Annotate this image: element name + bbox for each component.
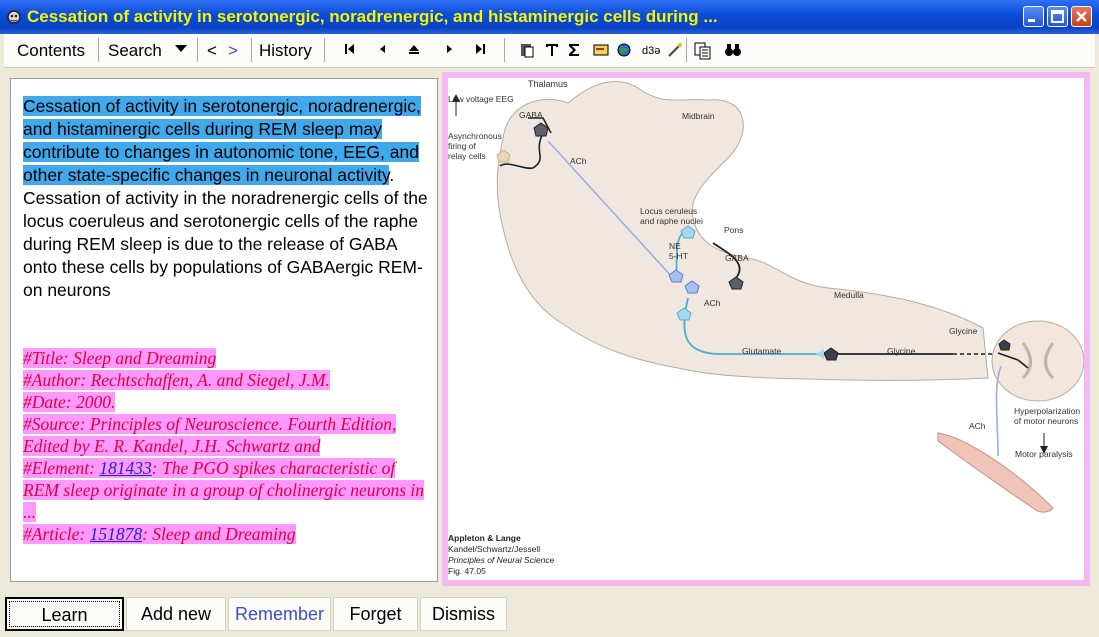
- previous-icon[interactable]: [376, 42, 388, 56]
- next-icon[interactable]: [444, 42, 456, 56]
- label-glycine-2: Glycine: [949, 326, 978, 336]
- label-5ht: 5-HT: [669, 251, 688, 261]
- label-ach-bottom: ACh: [969, 421, 986, 431]
- question-pane[interactable]: Cessation of activity in serotonergic, n…: [10, 78, 438, 582]
- label-gaba-mid: GABA: [725, 253, 749, 263]
- toolbar-separator: [686, 38, 687, 62]
- last-page-icon[interactable]: [474, 42, 486, 56]
- question-rest: . Cessation of activity in the noradrene…: [23, 165, 428, 300]
- label-midbrain: Midbrain: [682, 111, 715, 121]
- ref-element-prefix: #Element:: [23, 458, 100, 478]
- svg-text:d3ə: d3ə: [642, 45, 660, 57]
- question-highlight: Cessation of activity in serotonergic, n…: [23, 96, 421, 185]
- binoculars-icon[interactable]: [724, 42, 742, 58]
- dismiss-button[interactable]: Dismiss: [420, 597, 507, 631]
- title-bar[interactable]: Cessation of activity in serotonergic, n…: [0, 0, 1099, 34]
- label-thalamus: Thalamus: [528, 79, 568, 89]
- ref-source: #Source: Principles of Neuroscience. Fou…: [23, 414, 397, 456]
- label-locus-2: and raphe nuclei: [640, 216, 703, 226]
- magic-wand-icon[interactable]: [667, 42, 683, 58]
- search-menu[interactable]: Search: [108, 41, 162, 61]
- parent-icon[interactable]: [407, 42, 421, 56]
- toolbar-separator: [98, 38, 99, 62]
- question-text: Cessation of activity in serotonergic, n…: [23, 95, 435, 302]
- label-hyper-2: of motor neurons: [1014, 416, 1078, 426]
- contents-menu[interactable]: Contents: [17, 41, 85, 61]
- brainstem-diagram: Thalamus Low voltage EEG GABA Asynchrono…: [448, 79, 1085, 576]
- close-button[interactable]: [1071, 6, 1092, 27]
- minimize-button[interactable]: [1023, 6, 1044, 27]
- content-area: Cessation of activity in serotonergic, n…: [4, 68, 1095, 592]
- copy-pages-icon[interactable]: [694, 42, 712, 60]
- picture-icon[interactable]: [593, 42, 609, 58]
- ref-author: #Author: Rechtschaffen, A. and Siegel, J…: [23, 370, 330, 390]
- label-hyper-1: Hyperpolarization: [1014, 406, 1080, 416]
- toolbar-separator: [504, 38, 505, 62]
- label-gaba-top: GABA: [519, 110, 543, 120]
- bottom-bar: Learn Add new Remember Forget Dismiss: [4, 594, 1095, 633]
- label-glutamate: Glutamate: [742, 346, 781, 356]
- label-ach-top: ACh: [570, 156, 587, 166]
- minimize-icon: [1028, 19, 1035, 22]
- label-async-2: firing of: [448, 141, 477, 151]
- globe-icon[interactable]: [616, 42, 632, 58]
- label-glycine: Glycine: [887, 346, 916, 356]
- back-button[interactable]: <: [207, 41, 217, 61]
- text-icon[interactable]: [545, 42, 559, 58]
- window-title: Cessation of activity in serotonergic, n…: [27, 7, 718, 26]
- app-icon: [7, 10, 21, 24]
- forward-button[interactable]: >: [228, 41, 238, 61]
- credit-authors: Kandel/Schwartz/Jessell: [448, 544, 540, 554]
- learn-button[interactable]: Learn: [5, 597, 124, 631]
- article-link[interactable]: 151878: [90, 524, 143, 544]
- maximize-button[interactable]: [1047, 6, 1068, 27]
- label-medulla: Medulla: [834, 290, 864, 300]
- muscle: [937, 432, 1054, 513]
- label-ach-mid: ACh: [704, 298, 721, 308]
- label-pons: Pons: [724, 225, 743, 235]
- neuro-figure: Thalamus Low voltage EEG GABA Asynchrono…: [448, 78, 1085, 580]
- label-low-voltage-eeg: Low voltage EEG: [448, 94, 514, 104]
- close-icon: [1076, 11, 1087, 22]
- credit-publisher: Appleton & Lange: [448, 533, 521, 543]
- toolbar-separator: [251, 38, 252, 62]
- label-locus-1: Locus ceruleus: [640, 206, 697, 216]
- toolbar-separator: [324, 38, 325, 62]
- paste-icon[interactable]: [519, 42, 535, 58]
- ref-date: #Date: 2000.: [23, 392, 116, 412]
- element-link[interactable]: 181433: [99, 458, 152, 478]
- app-window: Cessation of activity in serotonergic, n…: [0, 0, 1099, 637]
- label-motor-paralysis: Motor paralysis: [1015, 449, 1073, 459]
- answer-pane: Thalamus Low voltage EEG GABA Asynchrono…: [442, 72, 1090, 586]
- credit-book: Principles of Neural Science: [448, 555, 555, 565]
- toolbar-separator: [197, 38, 198, 62]
- ref-article-text: : Sleep and Dreaming: [142, 524, 296, 544]
- label-ne: NE: [669, 241, 681, 251]
- first-page-icon[interactable]: [344, 42, 356, 56]
- references: #Title: Sleep and Dreaming #Author: Rech…: [23, 347, 435, 545]
- translate-icon[interactable]: d3ə: [642, 42, 666, 58]
- chevron-down-icon[interactable]: [174, 44, 188, 54]
- history-menu[interactable]: History: [259, 41, 312, 61]
- spinal-cord-section: [991, 320, 1085, 402]
- label-async-3: relay cells: [448, 151, 486, 161]
- sigma-icon[interactable]: [567, 42, 581, 58]
- toolbar: Contents Search < > History d3ə: [4, 34, 1095, 68]
- remember-button[interactable]: Remember: [228, 597, 331, 631]
- add-new-button[interactable]: Add new: [126, 597, 226, 631]
- ref-title: #Title: Sleep and Dreaming: [23, 348, 217, 368]
- maximize-icon: [1051, 10, 1064, 23]
- label-async-1: Asynchronous: [448, 131, 502, 141]
- forget-button[interactable]: Forget: [333, 597, 418, 631]
- credit-figure: Fig. 47.05: [448, 566, 486, 576]
- ref-article-prefix: #Article:: [23, 524, 90, 544]
